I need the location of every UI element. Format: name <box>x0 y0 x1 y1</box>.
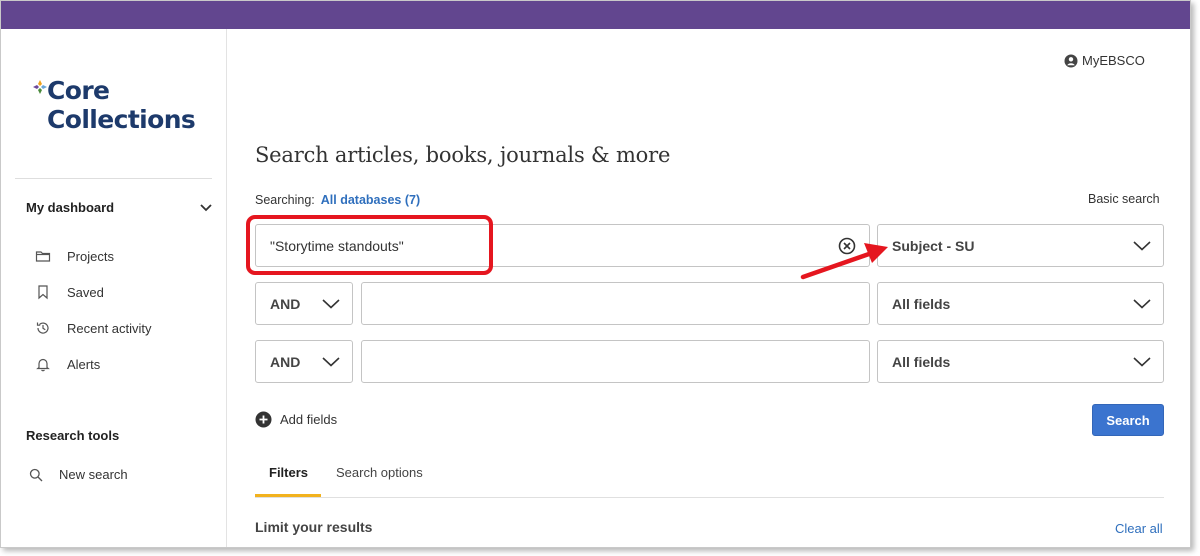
searching-label: Searching: <box>255 193 315 207</box>
search-input-2[interactable] <box>361 282 870 325</box>
search-input-3[interactable] <box>361 340 870 383</box>
search-button[interactable]: Search <box>1092 404 1164 436</box>
user-circle-icon <box>1064 54 1078 67</box>
chevron-down-icon <box>1133 356 1151 367</box>
searching-databases: Searching: All databases (7) <box>255 193 420 207</box>
sidebar-item-label: Projects <box>67 248 114 264</box>
operator-select-2[interactable]: AND <box>255 282 353 325</box>
research-tools-heading: Research tools <box>26 428 120 443</box>
bell-icon <box>36 358 50 372</box>
history-icon <box>36 322 49 334</box>
sidebar-item-label: Saved <box>67 284 104 300</box>
chevron-down-icon <box>1133 240 1151 251</box>
sidebar-item-label: Recent activity <box>67 320 152 336</box>
field-select-2[interactable]: All fields <box>877 282 1164 325</box>
search-input-2-field[interactable] <box>362 283 869 324</box>
logo-text-core: Core <box>47 76 110 105</box>
sidebar: Core Collections My dashboard Projects S… <box>1 29 227 547</box>
myebsco-label: MyEBSCO <box>1082 53 1145 68</box>
sidebar-item-alerts[interactable]: Alerts <box>35 356 100 372</box>
annotation-arrow-icon <box>800 243 888 280</box>
field-select-1[interactable]: Subject - SU <box>877 224 1164 267</box>
field-select-value: All fields <box>892 353 951 370</box>
all-databases-link[interactable]: All databases (7) <box>321 193 420 207</box>
my-dashboard-toggle[interactable]: My dashboard <box>26 200 114 215</box>
highlight-box <box>246 215 493 275</box>
add-fields-button[interactable]: Add fields <box>255 411 337 428</box>
plus-circle-icon <box>255 411 272 428</box>
logo-mark-icon <box>33 80 47 94</box>
field-select-3[interactable]: All fields <box>877 340 1164 383</box>
sidebar-divider <box>15 178 212 179</box>
tab-filters[interactable]: Filters <box>269 465 308 480</box>
operator-value: AND <box>270 295 301 312</box>
top-bar <box>1 1 1190 29</box>
chevron-down-icon <box>322 298 340 309</box>
basic-search-link[interactable]: Basic search <box>1088 192 1160 206</box>
myebsco-account-link[interactable]: MyEBSCO <box>1064 53 1145 68</box>
chevron-down-icon <box>1133 298 1151 309</box>
logo-text-collections: Collections <box>47 105 196 134</box>
page-title: Search articles, books, journals & more <box>255 143 671 167</box>
tab-divider <box>255 497 1164 498</box>
sidebar-item-saved[interactable]: Saved <box>35 284 104 300</box>
search-icon <box>29 468 43 481</box>
chevron-down-icon <box>322 356 340 367</box>
operator-value: AND <box>270 353 301 370</box>
clear-all-link[interactable]: Clear all <box>1115 521 1163 536</box>
app-window: Core Collections My dashboard Projects S… <box>0 0 1191 548</box>
add-fields-label: Add fields <box>280 412 338 427</box>
sidebar-item-projects[interactable]: Projects <box>35 248 114 264</box>
sidebar-item-new-search[interactable]: New search <box>29 467 128 482</box>
tab-search-options[interactable]: Search options <box>336 465 423 480</box>
limit-results-heading: Limit your results <box>255 519 373 535</box>
sidebar-item-label: Alerts <box>67 356 101 372</box>
sidebar-item-recent-activity[interactable]: Recent activity <box>35 320 152 336</box>
sidebar-item-label: New search <box>59 467 128 482</box>
search-input-3-field[interactable] <box>362 341 869 382</box>
field-select-value: Subject - SU <box>892 237 975 254</box>
chevron-down-icon[interactable] <box>199 203 213 213</box>
field-select-value: All fields <box>892 295 951 312</box>
operator-select-3[interactable]: AND <box>255 340 353 383</box>
folder-icon <box>35 251 51 262</box>
bookmark-icon <box>38 285 48 300</box>
